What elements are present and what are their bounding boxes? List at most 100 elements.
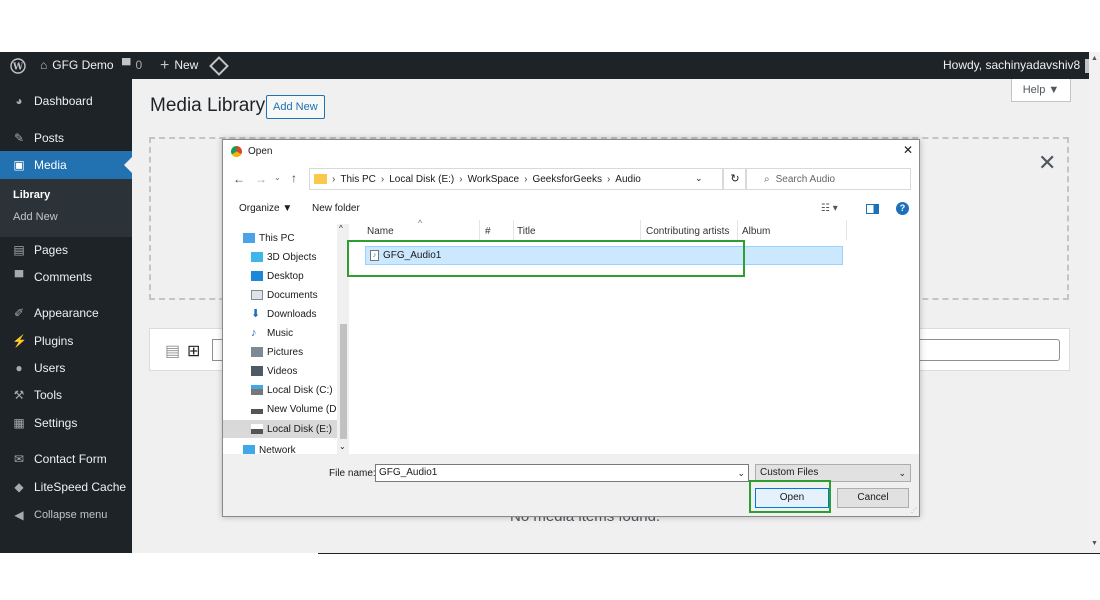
collapse-menu-button[interactable]: ◀ Collapse menu [0, 501, 132, 529]
sort-ascending-icon: ^ [418, 218, 423, 228]
comment-bubble-icon: ▀ [122, 58, 131, 72]
sidebar-item-tools[interactable]: ⚒ Tools [0, 381, 132, 409]
preview-pane-icon[interactable] [866, 204, 879, 214]
sidebar-item-litespeed-cache[interactable]: ◆ LiteSpeed Cache [0, 473, 132, 501]
tree-this-pc[interactable]: This PC [243, 230, 295, 246]
page-scrollbar[interactable]: ▲ ▼ [1089, 52, 1100, 553]
wrench-icon: ⚒ [13, 388, 25, 402]
media-icon: ▣ [13, 158, 25, 172]
diamond-icon: ◆ [14, 480, 24, 494]
comments-link[interactable]: ▀ 0 [122, 52, 142, 79]
sidebar-item-settings[interactable]: ▦ Settings [0, 409, 132, 437]
back-arrow-icon[interactable]: ← [233, 172, 245, 186]
dialog-close-icon[interactable]: ✕ [903, 143, 913, 157]
sidebar-item-dashboard[interactable]: ◕ Dashboard [0, 87, 132, 115]
tree-network[interactable]: Network [243, 442, 296, 454]
tree-local-disk-c[interactable]: Local Disk (C:) [251, 382, 333, 398]
file-name-input[interactable]: GFG_Audio1 ⌄ [375, 464, 749, 482]
litespeed-diamond-icon[interactable] [209, 52, 229, 79]
collapse-icon: ◀ [14, 508, 24, 522]
column-album[interactable]: Album [742, 226, 770, 237]
organize-button[interactable]: Organize ▼ [239, 203, 292, 214]
tree-scroll-thumb[interactable] [340, 324, 347, 439]
chrome-icon [231, 146, 242, 157]
scroll-up-icon[interactable]: ▲ [1091, 55, 1098, 62]
admin-bar: W ⌂ GFG Demo ▀ 0 + New Howdy, sachinyada… [0, 52, 1100, 79]
submenu-add-new[interactable]: Add New [13, 211, 58, 223]
breadcrumb-local-disk-e[interactable]: Local Disk (E:) [389, 174, 454, 185]
breadcrumb-workspace[interactable]: WorkSpace [468, 174, 520, 185]
tree-pictures[interactable]: Pictures [251, 344, 303, 360]
search-icon: ⌕ [764, 173, 770, 185]
recent-locations-icon[interactable]: ⌄ [274, 173, 281, 182]
sidebar-item-plugins[interactable]: ⚡ Plugins [0, 327, 132, 355]
current-arrow-icon [124, 157, 132, 173]
change-view-icon[interactable]: ☷ ▾ [821, 203, 838, 214]
plugin-icon: ⚡ [12, 334, 27, 348]
column-number[interactable]: # [485, 226, 491, 237]
search-audio-input[interactable]: ⌕ Search Audio [745, 168, 911, 190]
site-name-link[interactable]: ⌂ GFG Demo [40, 52, 114, 79]
add-new-button[interactable]: Add New [266, 95, 325, 119]
breadcrumb-this-pc[interactable]: This PC [340, 174, 376, 185]
brush-icon: ✐ [13, 306, 25, 320]
tree-downloads[interactable]: ⬇ Downloads [251, 306, 316, 322]
file-type-dropdown-icon[interactable]: ⌄ [898, 465, 906, 481]
home-icon: ⌂ [40, 58, 48, 72]
scroll-down-icon[interactable]: ▼ [1091, 540, 1098, 547]
sidebar-item-comments[interactable]: ▀ Comments [0, 263, 132, 291]
highlight-file-box [347, 240, 745, 277]
new-content-link[interactable]: + New [160, 52, 198, 79]
admin-sidebar: ◕ Dashboard ✎ Posts ▣ Media Library Add New… [0, 79, 132, 553]
tree-scroll-up-icon[interactable]: ^ [339, 224, 343, 233]
tree-scroll-down-icon[interactable]: ⌄ [339, 442, 346, 451]
sidebar-item-appearance[interactable]: ✐ Appearance [0, 299, 132, 327]
dashboard-icon: ◕ [15, 94, 23, 108]
tree-new-volume-d[interactable]: New Volume (D: [251, 401, 339, 417]
settings-icon: ▦ [13, 416, 25, 430]
tree-music[interactable]: ♪ Music [251, 325, 293, 341]
search-media-input[interactable] [920, 339, 1060, 361]
address-bar[interactable]: › This PC › Local Disk (E:) › WorkSpace … [309, 168, 723, 190]
plus-icon: + [160, 57, 170, 74]
help-icon[interactable]: ? [896, 202, 909, 215]
forward-arrow-icon[interactable]: → [255, 172, 267, 186]
pin-icon: ✎ [13, 131, 25, 145]
tree-desktop[interactable]: Desktop [251, 268, 304, 284]
resize-grip-icon[interactable]: ⋰ [911, 507, 917, 514]
tree-local-disk-e[interactable]: Local Disk (E:) [223, 420, 337, 438]
my-account-link[interactable]: Howdy, sachinyadavshiv8 [943, 52, 1100, 79]
column-name[interactable]: Name [367, 226, 394, 237]
breadcrumb-geeksforgeeks[interactable]: GeeksforGeeks [532, 174, 601, 185]
pages-icon: ▤ [13, 243, 25, 257]
svg-text:W: W [12, 62, 24, 72]
tree-videos[interactable]: Videos [251, 363, 297, 379]
highlight-open-box [749, 480, 831, 513]
comments-icon: ▀ [14, 270, 24, 284]
wordpress-logo-icon[interactable]: W [10, 52, 26, 79]
breadcrumb-audio[interactable]: Audio [615, 174, 641, 185]
sidebar-item-media[interactable]: ▣ Media [0, 151, 132, 179]
sidebar-item-posts[interactable]: ✎ Posts [0, 124, 132, 152]
refresh-icon[interactable]: ↻ [723, 168, 747, 190]
column-title[interactable]: Title [517, 226, 536, 237]
page-title: Media Library [150, 95, 266, 116]
cancel-button[interactable]: Cancel [837, 488, 909, 508]
file-name-dropdown-icon[interactable]: ⌄ [737, 465, 745, 481]
sidebar-item-pages[interactable]: ▤ Pages [0, 236, 132, 264]
new-folder-button[interactable]: New folder [312, 203, 360, 214]
list-view-icon[interactable]: ▤ [165, 341, 180, 361]
sidebar-item-users[interactable]: ● Users [0, 354, 132, 382]
tree-documents[interactable]: Documents [251, 287, 318, 303]
filter-dropdown[interactable] [212, 339, 222, 361]
up-arrow-icon[interactable]: ↑ [291, 171, 297, 185]
tree-3d-objects[interactable]: 3D Objects [251, 249, 316, 265]
close-uploader-icon[interactable]: ✕ [1038, 150, 1056, 176]
sidebar-item-contact-form[interactable]: ✉ Contact Form [0, 445, 132, 473]
grid-view-icon[interactable]: ⊞ [187, 341, 200, 361]
submenu-library[interactable]: Library [13, 189, 50, 201]
help-tab-button[interactable]: Help ▼ [1011, 79, 1071, 102]
column-contributing-artists[interactable]: Contributing artists [646, 226, 729, 237]
divider [318, 553, 1100, 554]
address-dropdown-icon[interactable]: ⌄ [695, 173, 703, 184]
